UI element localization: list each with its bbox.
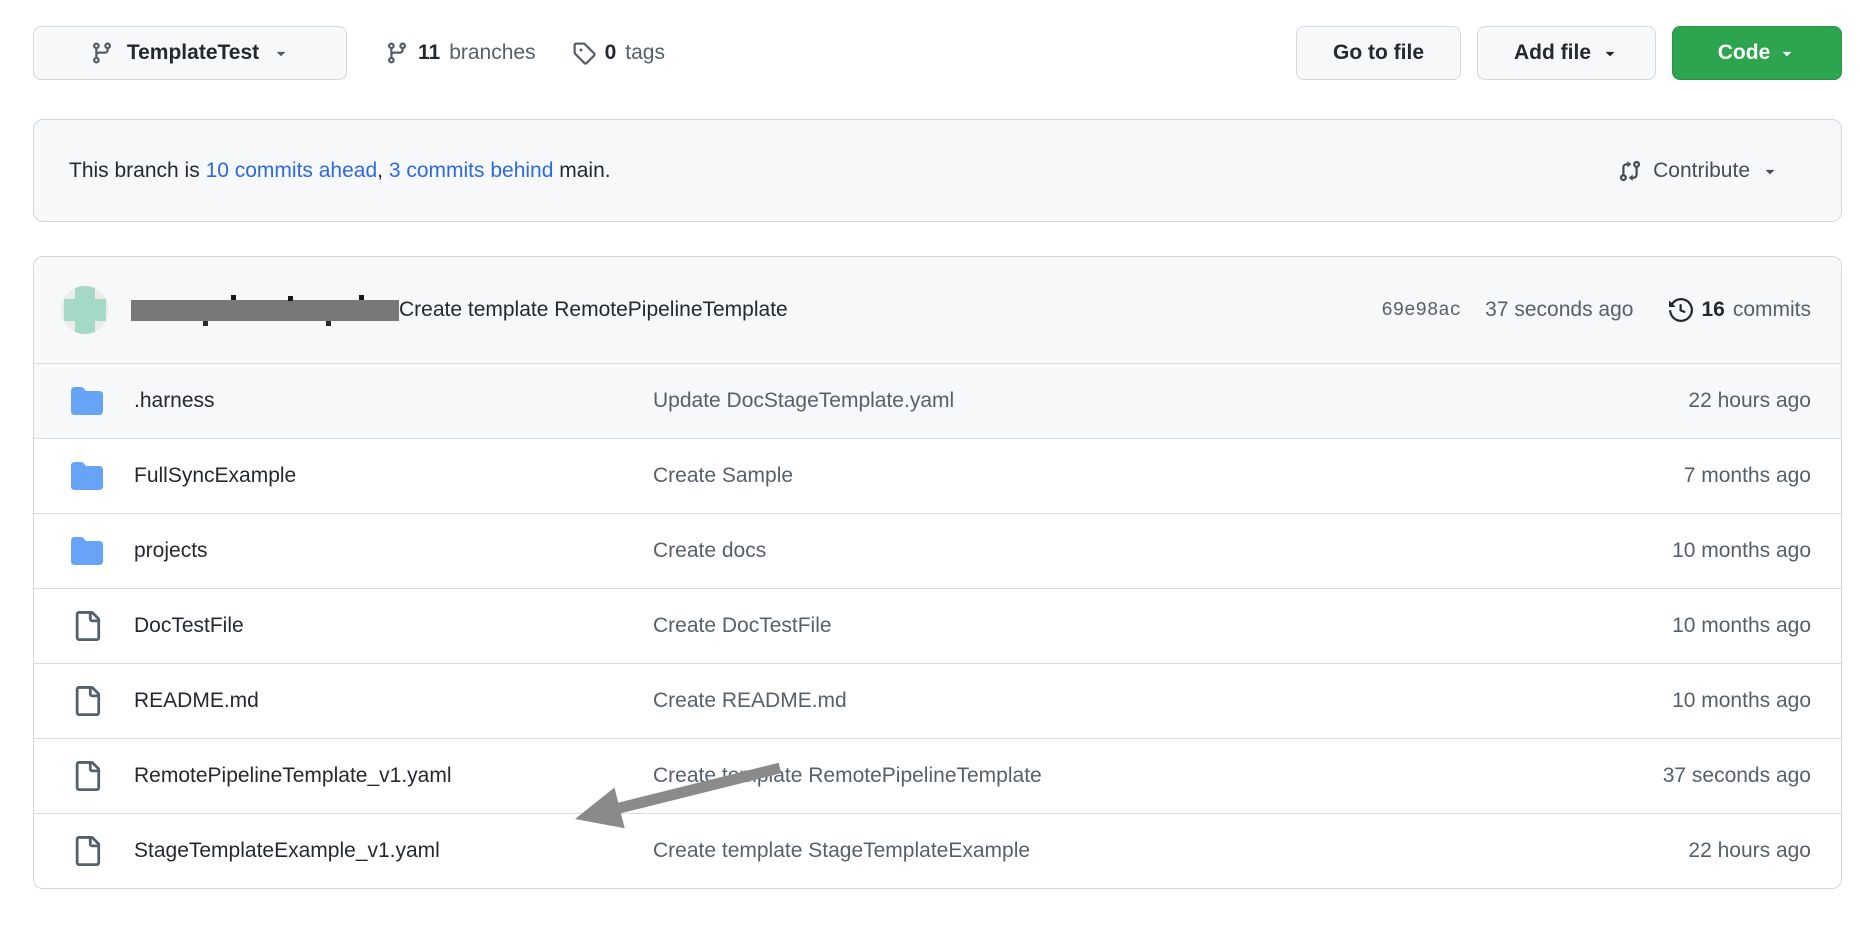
file-row[interactable]: DocTestFile Create DocTestFile 10 months… xyxy=(34,588,1841,663)
commit-history-link[interactable]: 16 commits xyxy=(1669,298,1811,322)
tags-link[interactable]: 0 tags xyxy=(572,41,665,65)
commit-message-link[interactable]: Create template RemotePipelineTemplate xyxy=(399,298,788,322)
file-row[interactable]: README.md Create README.md 10 months ago xyxy=(34,663,1841,738)
file-commit-time[interactable]: 10 months ago xyxy=(1672,689,1811,713)
branches-label: branches xyxy=(449,41,535,65)
file-row[interactable]: projects Create docs 10 months ago xyxy=(34,513,1841,588)
git-branch-icon xyxy=(385,41,409,65)
file-icon xyxy=(71,686,103,716)
folder-icon xyxy=(71,535,103,567)
branch-selector-button[interactable]: TemplateTest xyxy=(33,26,347,80)
file-name-link[interactable]: projects xyxy=(134,539,653,563)
file-name-link[interactable]: StageTemplateExample_v1.yaml xyxy=(134,839,653,863)
branch-status-banner: This branch is 10 commits ahead, 3 commi… xyxy=(33,119,1842,222)
folder-icon xyxy=(71,385,103,417)
history-icon xyxy=(1669,298,1693,322)
chevron-down-icon xyxy=(1761,162,1779,180)
file-commit-time[interactable]: 22 hours ago xyxy=(1688,839,1811,863)
file-commit-message-link[interactable]: Create DocTestFile xyxy=(653,614,1672,638)
file-row[interactable]: StageTemplateExample_v1.yaml Create temp… xyxy=(34,813,1841,888)
file-icon xyxy=(71,611,103,641)
file-commit-message-link[interactable]: Create Sample xyxy=(653,464,1684,488)
branches-count: 11 xyxy=(418,41,440,65)
contribute-label: Contribute xyxy=(1653,159,1750,183)
repo-actions: Go to file Add file Code xyxy=(1296,26,1842,80)
code-label: Code xyxy=(1718,41,1771,65)
redacted-username xyxy=(131,300,399,321)
contribute-button[interactable]: Contribute xyxy=(1612,158,1785,184)
file-icon xyxy=(71,761,103,791)
tags-count: 0 xyxy=(605,41,617,65)
chevron-down-icon xyxy=(1601,44,1619,62)
chevron-down-icon xyxy=(272,44,290,62)
branch-status-suffix: main. xyxy=(553,159,610,182)
git-branch-icon xyxy=(90,41,114,65)
file-commit-time[interactable]: 37 seconds ago xyxy=(1663,764,1811,788)
file-list: .harness Update DocStageTemplate.yaml 22… xyxy=(34,363,1841,888)
branches-link[interactable]: 11 branches xyxy=(385,41,536,65)
commit-count: 16 xyxy=(1701,298,1724,322)
go-to-file-label: Go to file xyxy=(1333,41,1424,65)
file-name-link[interactable]: RemotePipelineTemplate_v1.yaml xyxy=(134,764,653,788)
github-repo-page: TemplateTest 11 branches 0 tags Go to fi… xyxy=(0,26,1860,889)
avatar[interactable] xyxy=(61,286,109,334)
file-commit-message-link[interactable]: Create docs xyxy=(653,539,1672,563)
commit-time: 37 seconds ago xyxy=(1485,298,1633,322)
tags-label: tags xyxy=(625,41,665,65)
file-commit-time[interactable]: 7 months ago xyxy=(1684,464,1811,488)
file-commit-message-link[interactable]: Create README.md xyxy=(653,689,1672,713)
git-compare-icon xyxy=(1618,159,1642,183)
file-name-link[interactable]: DocTestFile xyxy=(134,614,653,638)
file-name-link[interactable]: FullSyncExample xyxy=(134,464,653,488)
commit-meta: 69e98ac 37 seconds ago 16 commits xyxy=(1381,298,1811,322)
file-commit-time[interactable]: 10 months ago xyxy=(1672,614,1811,638)
commit-count-label: commits xyxy=(1733,298,1811,322)
file-row[interactable]: FullSyncExample Create Sample 7 months a… xyxy=(34,438,1841,513)
add-file-button[interactable]: Add file xyxy=(1477,26,1656,80)
file-commit-time[interactable]: 22 hours ago xyxy=(1688,389,1811,413)
tag-icon xyxy=(572,41,596,65)
folder-icon xyxy=(71,460,103,492)
file-commit-message-link[interactable]: Create template RemotePipelineTemplate xyxy=(653,764,1663,788)
commits-ahead-link[interactable]: 10 commits ahead xyxy=(206,159,378,182)
commits-behind-link[interactable]: 3 commits behind xyxy=(389,159,554,182)
branch-status-prefix: This branch is xyxy=(69,159,206,182)
file-name-link[interactable]: README.md xyxy=(134,689,653,713)
latest-commit-header: Create template RemotePipelineTemplate 6… xyxy=(34,257,1841,363)
commit-hash-link[interactable]: 69e98ac xyxy=(1381,299,1461,321)
repo-toolbar: TemplateTest 11 branches 0 tags Go to fi… xyxy=(33,26,1842,80)
file-row[interactable]: .harness Update DocStageTemplate.yaml 22… xyxy=(34,363,1841,438)
avatar-pattern xyxy=(64,299,106,321)
repo-counters: 11 branches 0 tags xyxy=(385,41,665,65)
file-commit-message-link[interactable]: Create template StageTemplateExample xyxy=(653,839,1688,863)
file-browser: Create template RemotePipelineTemplate 6… xyxy=(33,256,1842,889)
file-icon xyxy=(71,836,103,866)
add-file-label: Add file xyxy=(1514,41,1591,65)
code-button[interactable]: Code xyxy=(1672,26,1842,80)
branch-status-separator: , xyxy=(377,159,389,182)
chevron-down-icon xyxy=(1778,44,1796,62)
current-branch-label: TemplateTest xyxy=(127,41,259,65)
file-name-link[interactable]: .harness xyxy=(134,389,653,413)
branch-status-text: This branch is 10 commits ahead, 3 commi… xyxy=(69,159,611,183)
file-row[interactable]: RemotePipelineTemplate_v1.yaml Create te… xyxy=(34,738,1841,813)
file-commit-message-link[interactable]: Update DocStageTemplate.yaml xyxy=(653,389,1688,413)
go-to-file-button[interactable]: Go to file xyxy=(1296,26,1461,80)
file-commit-time[interactable]: 10 months ago xyxy=(1672,539,1811,563)
